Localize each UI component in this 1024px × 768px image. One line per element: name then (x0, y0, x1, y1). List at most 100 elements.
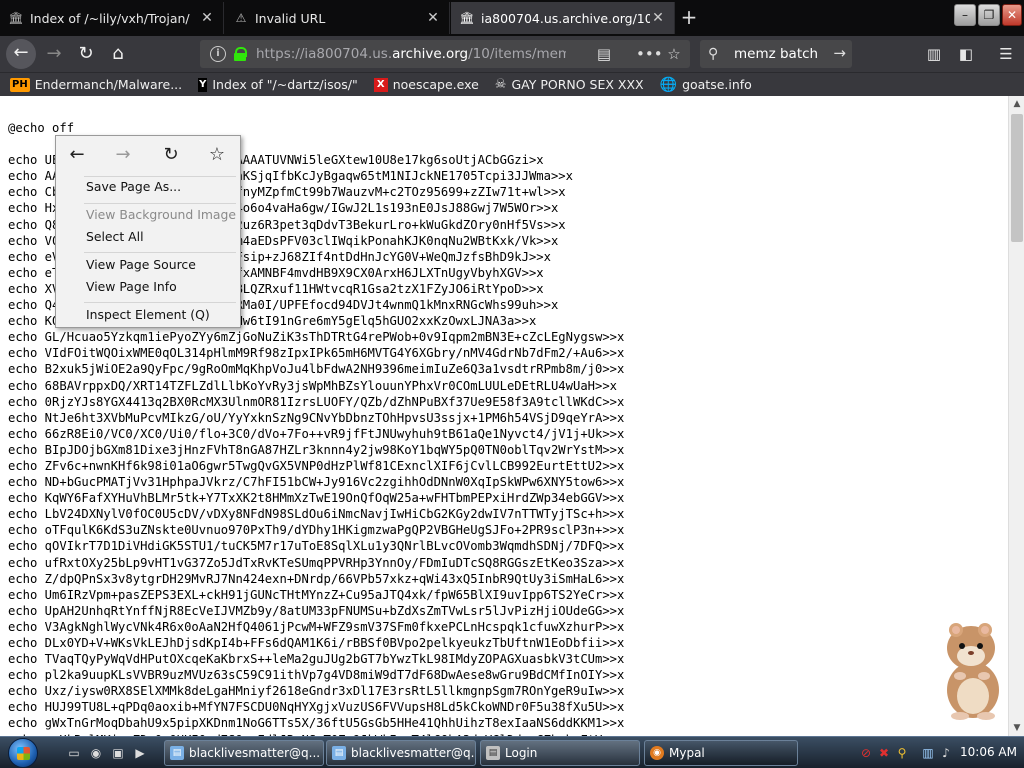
info-icon[interactable]: i (210, 46, 226, 62)
bookmark-star-icon[interactable]: ☆ (664, 44, 684, 64)
library-icon[interactable]: ▥ (922, 42, 946, 66)
tab-bar: 🏛 Index of /~lily/vxh/Trojan/ ✕ ⚠ Invali… (0, 0, 1024, 36)
code-line: echo B2xuk5jWiOE2a9QyFpc/9gRoOmMqKhpVoJu… (8, 362, 625, 377)
url-bar[interactable]: i https://ia800704.us.archive.org/10/ite… (200, 40, 690, 68)
close-icon[interactable]: ✕ (199, 10, 215, 26)
menu-item-select-all[interactable]: Select All (86, 227, 144, 247)
code-line: echo qOVIkrT7D1DiVHdiGK5STU1/tuCK5M7r17u… (8, 539, 625, 554)
code-line: echo KqWY6FafXYHuVhBLMr5tk+Y7TxXK2t8HMmX… (8, 491, 625, 506)
search-tray-icon[interactable]: ⚲ (894, 745, 910, 761)
security-alert-icon[interactable]: ⊘ (858, 745, 874, 761)
bookmark-star-icon[interactable]: ☆ (204, 144, 230, 166)
ph-icon: PH (10, 77, 30, 92)
menu-item-view-page-info[interactable]: View Page Info (86, 277, 177, 297)
url-text[interactable]: https://ia800704.us.archive.org/10/items… (256, 46, 566, 62)
folder-quicklaunch-icon[interactable]: ▣ (110, 745, 126, 761)
code-line: echo ufRxtOXy25bLp9vHT1vG37Zo5JdTxRvKTeS… (8, 555, 625, 570)
bookmark-gay-porno[interactable]: ☠ GAY PORNO SEX XXX (495, 77, 644, 92)
code-line: echo pl2ka9uupKLsVVBR9uzMVUz63sC59C91ith… (8, 668, 625, 683)
tab-archive-active[interactable]: 🏛 ia800704.us.archive.org/10/item ✕ (451, 2, 675, 34)
url-prefix: https://ia800704.us. (256, 46, 393, 62)
menu-item-save-page-as[interactable]: Save Page As... (86, 177, 181, 197)
bookmark-label: GAY PORNO SEX XXX (511, 77, 644, 92)
code-line: echo Uxz/iysw0RX8SElXMMk8deLgaHMniyf2618… (8, 684, 625, 699)
code-line: echo VIdFOitWQOixWME0qOL314pHlmM9Rf98zIp… (8, 346, 625, 361)
task-label: blacklivesmatter@q... (189, 746, 321, 760)
back-button[interactable]: ← (6, 39, 36, 69)
system-clock[interactable]: 10:06 AM (960, 745, 1017, 759)
reload-icon[interactable]: ↻ (158, 144, 184, 166)
bookmark-label: Endermanch/Malware... (34, 77, 183, 92)
globe-icon: 🌐 (659, 76, 678, 93)
taskbar-item-login[interactable]: ▤ Login (480, 740, 640, 766)
minimize-button[interactable]: – (954, 4, 976, 26)
hamster-image (947, 623, 999, 720)
search-bar[interactable]: ⚲ memz batch → (700, 40, 852, 68)
close-icon[interactable]: ✕ (425, 10, 441, 26)
warning-icon: ⚠ (235, 11, 247, 25)
reader-view-icon[interactable]: ▤ (594, 44, 614, 64)
mypal-icon: ◉ (650, 746, 664, 760)
close-icon[interactable]: ✕ (650, 10, 666, 26)
code-line: echo oTFqulK6KdS3uZNskte0Uvnuo970PxTh9/d… (8, 523, 625, 538)
context-menu: ← → ↻ ☆ Save Page As... View Background … (55, 135, 241, 328)
bookmark-index-dartz[interactable]: Y Index of "/~dartz/isos/" (198, 77, 358, 92)
menu-item-inspect-element[interactable]: Inspect Element (Q) (86, 305, 210, 325)
scroll-up-arrow-icon[interactable]: ▲ (1009, 96, 1024, 112)
forward-button[interactable]: → (40, 40, 68, 68)
code-line: echo Um6IRzVpm+pasZEPS3EXL+ckH91jGUNcTHt… (8, 587, 625, 602)
code-line: echo UpAH2UnhqRtYnffNjR8EcVeIJVMZb9y/8at… (8, 603, 625, 618)
forward-icon[interactable]: → (110, 144, 136, 166)
url-path: /10/items/memz_b (468, 46, 566, 62)
scroll-down-arrow-icon[interactable]: ▼ (1009, 720, 1024, 736)
navigation-toolbar: ← → ↻ ⌂ i https://ia800704.us.archive.or… (0, 36, 1024, 72)
virus-alert-icon[interactable]: ✖ (876, 745, 892, 761)
new-tab-button[interactable]: + (676, 6, 702, 30)
home-button[interactable]: ⌂ (104, 40, 132, 68)
taskbar-item-blacklivesmatter-1[interactable]: ▤ blacklivesmatter@q... (164, 740, 324, 766)
code-line: echo GL/Hcuao5Yzkqm1iePyoZYy6mZjGoNuZiK3… (8, 330, 625, 345)
code-line: echo 0RjzYJs8YGX4413q2BX0RcMX3UlnmOR81Iz… (8, 394, 625, 409)
reload-button[interactable]: ↻ (72, 40, 100, 68)
archive-icon: 🏛 (8, 11, 24, 25)
sidebar-icon[interactable]: ◧ (954, 42, 978, 66)
menu-item-view-background-image[interactable]: View Background Image (86, 205, 236, 225)
context-menu-nav: ← → ↻ ☆ (56, 136, 242, 174)
code-line-echo-off: @echo off (8, 121, 75, 135)
task-label: Login (505, 746, 538, 760)
windows-taskbar: ▭ ◉ ▣ ▶ ▤ blacklivesmatter@q... ▤ blackl… (0, 736, 1024, 768)
back-icon[interactable]: ← (64, 144, 90, 166)
volume-icon[interactable]: ♪ (938, 745, 954, 761)
code-line: echo V3AgkNghlWycVNk4R6x0oAaN2HfQ4061jPc… (8, 619, 625, 634)
maximize-button[interactable]: ❐ (978, 4, 1000, 26)
start-button[interactable] (8, 738, 38, 768)
vertical-scrollbar[interactable]: ▲ ▼ (1008, 96, 1024, 736)
taskbar-item-mypal[interactable]: ◉ Mypal (644, 740, 798, 766)
close-window-button[interactable]: ✕ (1002, 4, 1022, 26)
code-line: echo gWxTnGrMoqDbahU9x5pipXKDnm1NoG6TTs5… (8, 716, 625, 731)
show-desktop-icon[interactable]: ▭ (66, 745, 82, 761)
login-window-icon: ▤ (486, 746, 500, 760)
media-quicklaunch-icon[interactable]: ▶ (132, 745, 148, 761)
tab-index-trojan[interactable]: 🏛 Index of /~lily/vxh/Trojan/ ✕ (0, 2, 224, 34)
menu-separator (84, 252, 236, 253)
bookmark-noescape[interactable]: X noescape.exe (373, 77, 479, 92)
menu-icon[interactable]: ☰ (994, 42, 1018, 66)
code-line: echo Z/dpQPnSx3v8ytgrDH29MvRJ7Nn424exn+D… (8, 571, 625, 586)
search-input[interactable]: memz batch (734, 46, 818, 62)
network-icon[interactable]: ▥ (920, 745, 936, 761)
bookmark-goatse[interactable]: 🌐 goatse.info (660, 77, 752, 92)
page-actions-icon[interactable]: ••• (636, 44, 663, 64)
code-line: echo DLx0YD+V+WKsVkLEJhDjsdKpI4b+FFs6dQA… (8, 636, 625, 650)
lock-icon[interactable] (234, 47, 247, 61)
search-icon: ⚲ (708, 46, 719, 62)
search-go-icon[interactable]: → (833, 44, 846, 62)
firefox-quicklaunch-icon[interactable]: ◉ (88, 745, 104, 761)
tab-invalid-url[interactable]: ⚠ Invalid URL ✕ (225, 2, 450, 34)
bookmark-endermanch[interactable]: PH Endermanch/Malware... (10, 77, 182, 92)
menu-item-view-page-source[interactable]: View Page Source (86, 255, 196, 275)
url-domain: archive.org (392, 46, 469, 62)
scroll-thumb[interactable] (1011, 114, 1023, 242)
code-line: echo HUJ99TU8L+qPDq0aoxib+MfYN7FSCDU0NqH… (8, 700, 625, 715)
taskbar-item-blacklivesmatter-2[interactable]: ▤ blacklivesmatter@q... (326, 740, 476, 766)
